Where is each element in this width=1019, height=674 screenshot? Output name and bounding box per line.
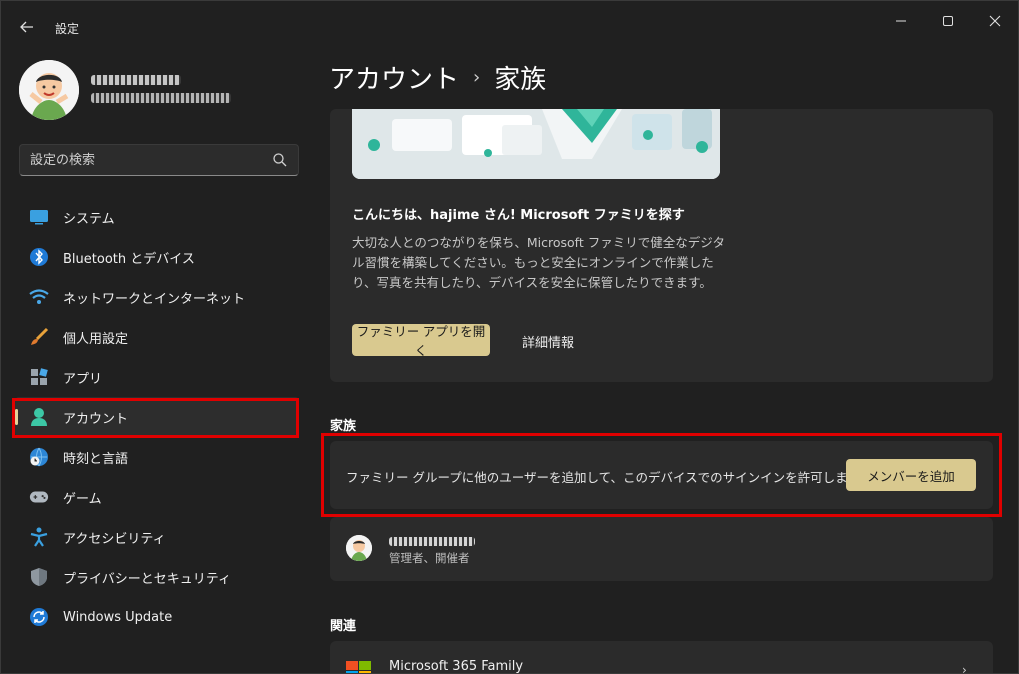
search-input[interactable] [30, 145, 260, 175]
sidebar-item-label: アクセシビリティ [63, 531, 166, 547]
settings-window: 設定 システム B [0, 0, 1019, 674]
details-link[interactable]: 詳細情報 [522, 332, 574, 351]
search-icon [273, 153, 287, 167]
member-name-redacted [389, 537, 475, 546]
sidebar-item-network[interactable]: ネットワークとインターネット [15, 277, 299, 317]
sidebar-item-label: アプリ [63, 371, 103, 387]
wifi-icon [29, 287, 49, 307]
breadcrumb-separator: › [473, 67, 481, 88]
user-avatar-illustration-icon [19, 60, 79, 120]
sidebar-item-label: プライバシーとセキュリティ [63, 571, 231, 587]
system-icon [29, 207, 49, 227]
maximize-button[interactable] [928, 7, 968, 35]
gamepad-icon [29, 487, 49, 507]
maximize-icon [943, 16, 953, 26]
sidebar-item-time-language[interactable]: 時刻と言語 [15, 437, 299, 477]
sidebar-item-personalization[interactable]: 個人用設定 [15, 317, 299, 357]
highlight-box-accounts [12, 398, 299, 438]
update-icon [29, 607, 49, 627]
brush-icon [29, 327, 49, 347]
family-intro-card: こんにちは、hajime さん! Microsoft ファミリを探す 大切な人と… [330, 109, 993, 382]
clock-globe-icon [29, 447, 49, 467]
related-item-microsoft-365[interactable]: Microsoft 365 Family › [330, 641, 993, 674]
close-button[interactable] [975, 7, 1015, 35]
accessibility-icon [29, 527, 49, 547]
related-section-title: 関連 [330, 619, 357, 634]
family-member-card[interactable]: 管理者、開催者 [330, 517, 993, 581]
minimize-icon [896, 20, 906, 22]
settings-search[interactable] [19, 144, 299, 176]
sidebar-item-label: Bluetooth とデバイス [63, 251, 195, 267]
sidebar-item-label: 時刻と言語 [63, 451, 129, 467]
member-avatar-illustration-icon [346, 535, 372, 561]
family-card-description: 大切な人とのつながりを保ち、Microsoft ファミリで健全なデジタル習慣を構… [352, 235, 725, 290]
chevron-right-icon: › [962, 663, 967, 674]
highlight-box-add-member [321, 433, 1002, 517]
family-hero-image [352, 109, 720, 179]
apps-icon [29, 367, 49, 387]
breadcrumb: アカウント › 家族 [329, 59, 546, 96]
family-card-heading: こんにちは、hajime さん! Microsoft ファミリを探す [352, 208, 685, 223]
sidebar-item-apps[interactable]: アプリ [15, 357, 299, 397]
profile-email-redacted [91, 93, 231, 103]
shield-icon [29, 567, 49, 587]
member-role: 管理者、開催者 [389, 551, 470, 565]
related-item-label: Microsoft 365 Family [389, 659, 524, 674]
sidebar-item-bluetooth[interactable]: Bluetooth とデバイス [15, 237, 299, 277]
open-family-app-button[interactable]: ファミリー アプリを開く [352, 324, 490, 358]
member-avatar [346, 535, 372, 561]
title-bar: 設定 [1, 1, 1018, 49]
sidebar-item-label: 個人用設定 [63, 331, 129, 347]
sidebar-item-windows-update[interactable]: Windows Update [15, 597, 299, 637]
sidebar-item-label: ゲーム [63, 491, 102, 507]
sidebar-item-label: システム [63, 211, 115, 227]
sidebar-item-privacy[interactable]: プライバシーとセキュリティ [15, 557, 299, 597]
close-icon [989, 15, 1001, 27]
sidebar-item-gaming[interactable]: ゲーム [15, 477, 299, 517]
app-title: 設定 [55, 22, 80, 36]
back-button[interactable] [13, 13, 41, 41]
sidebar-item-label: ネットワークとインターネット [63, 291, 246, 307]
page-title: 家族 [494, 65, 547, 95]
bluetooth-icon [29, 247, 49, 267]
sidebar-item-system[interactable]: システム [15, 197, 299, 237]
profile-avatar[interactable] [19, 60, 79, 120]
back-arrow-icon [20, 21, 33, 33]
minimize-button[interactable] [881, 7, 921, 35]
profile-name-redacted [91, 75, 181, 85]
sidebar-item-label: Windows Update [63, 609, 173, 625]
family-section-title: 家族 [330, 419, 357, 434]
sidebar-item-accessibility[interactable]: アクセシビリティ [15, 517, 299, 557]
microsoft-365-icon [346, 661, 371, 673]
breadcrumb-parent[interactable]: アカウント [329, 59, 459, 96]
